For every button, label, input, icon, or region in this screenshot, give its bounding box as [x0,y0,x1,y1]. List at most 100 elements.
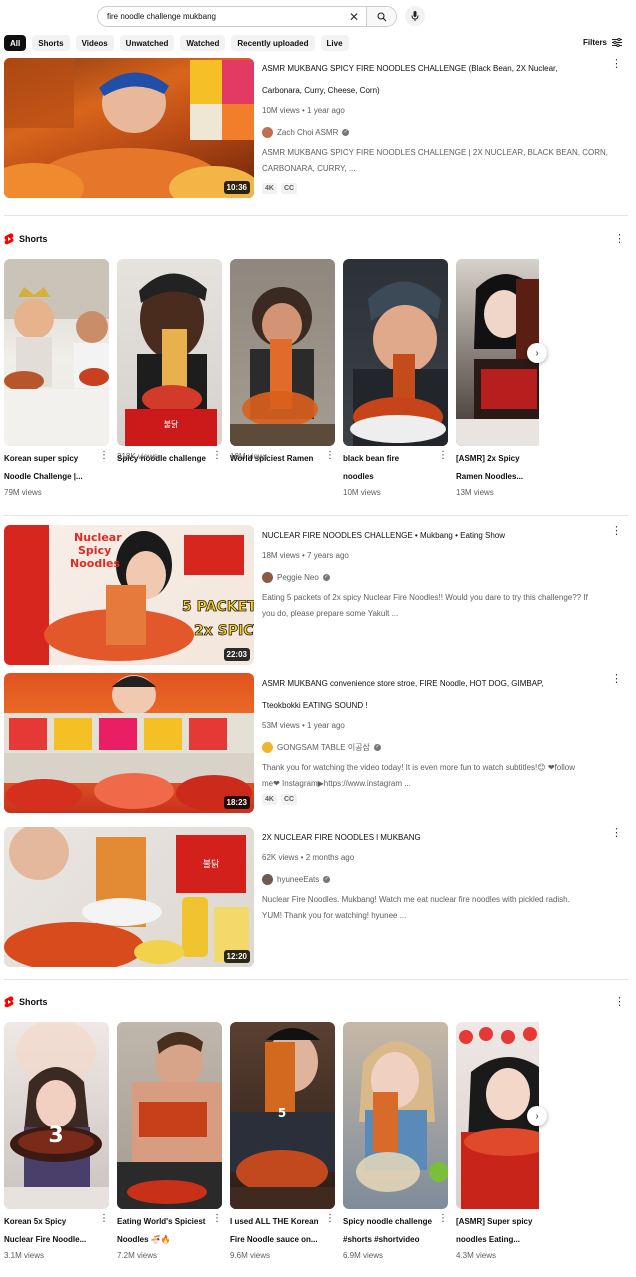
short-item[interactable]: World spiciest Ramen 19M views ⋮ [230,259,335,463]
more-vert-icon[interactable]: ⋮ [614,232,625,245]
short-views: 10M views [343,488,381,497]
thumbnail-image: 3 [4,1022,109,1209]
short-title[interactable]: Korean super spicy Noodle Challenge |... [4,450,96,486]
video-result[interactable]: 18:23 ASMR MUKBANG convenience store str… [4,673,628,813]
more-vert-icon[interactable]: ⋮ [438,1213,448,1224]
more-vert-icon[interactable]: ⋮ [99,450,109,461]
more-vert-icon[interactable]: ⋮ [212,1213,222,1224]
channel-link[interactable]: GONGSAM TABLE 이공삼 ✓ [262,736,618,758]
channel-link[interactable]: Peggie Neo ✓ [262,566,618,588]
short-thumbnail[interactable] [343,259,448,446]
video-thumbnail[interactable]: 18:23 [4,673,254,813]
shelf-next-button[interactable]: › [527,1106,547,1126]
badge-cc: CC [280,183,298,194]
short-thumbnail[interactable]: 5 [230,1022,335,1209]
short-item-partial[interactable]: [ASMR] Super spicy noodles Eating... 4.3… [456,1022,539,1272]
video-description: Thank you for watching the video today! … [262,760,618,792]
short-views: 6.9M views [343,1251,384,1260]
more-vert-icon[interactable]: ⋮ [212,450,222,461]
video-result[interactable]: 불닭 12:20 2X NUCLEAR FIRE NOODLES l MUKBA… [4,827,628,967]
more-vert-icon[interactable]: ⋮ [611,827,622,839]
channel-name[interactable]: Peggie Neo [277,573,319,582]
short-item[interactable]: [ASMR] 2x Spicy Ramen Noodles... 13M vie… [456,259,539,497]
chip-all[interactable]: All [4,35,27,51]
voice-search-button[interactable] [405,6,425,26]
thumbnail-text: 5 PACKETS [182,599,254,615]
short-title[interactable]: Eating World's Spiciest Noodles 🍜🔥 [117,1213,209,1249]
more-vert-icon[interactable]: ⋮ [611,673,622,685]
short-item[interactable]: Spicy noodle challenge #shorts #shortvid… [343,1022,448,1260]
short-item[interactable]: 5 I used ALL THE Korean Fire Noodle sauc… [230,1022,335,1260]
video-result[interactable]: Nuclear Spicy Noodles 5 PACKETS 2x SPICY… [4,525,628,665]
short-item[interactable]: Eating World's Spiciest Noodles 🍜🔥 7.2M … [117,1022,222,1260]
thumbnail-image [230,287,335,446]
more-vert-icon[interactable]: ⋮ [99,1213,109,1224]
short-item[interactable]: 불닭 Spicy noodle challenge 318K views ⋮ [117,259,222,463]
chip-unwatched[interactable]: Unwatched [119,35,175,51]
short-item[interactable]: 3 Korean 5x Spicy Nuclear Fire Noodle...… [4,1022,109,1260]
short-thumbnail[interactable] [4,259,109,446]
short-title[interactable]: [ASMR] 2x Spicy Ramen Noodles... [456,450,539,486]
more-vert-icon[interactable]: ⋮ [611,58,622,70]
search-box[interactable]: fire noodle challenge mukbang ✕ [97,6,397,27]
video-title-line: Carbonara, Curry, Cheese, Corn) [262,86,380,95]
more-vert-icon[interactable]: ⋮ [325,450,335,461]
short-title[interactable]: Spicy noodle challenge #shorts #shortvid… [343,1213,435,1249]
short-title-line: I used ALL THE Korean [230,1217,319,1226]
badge-4k: 4K [262,794,277,805]
video-title[interactable]: NUCLEAR FIRE NOODLES CHALLENGE • Mukbang… [262,525,618,547]
short-thumbnail[interactable] [230,259,335,446]
thumbnail-image [4,58,254,198]
short-thumbnail[interactable]: 3 [4,1022,109,1209]
short-thumbnail[interactable] [117,1022,222,1209]
short-title[interactable]: I used ALL THE Korean Fire Noodle sauce … [230,1213,322,1249]
chip-videos[interactable]: Videos [75,35,114,51]
channel-avatar[interactable] [262,126,273,138]
short-title[interactable]: Korean 5x Spicy Nuclear Fire Noodle... [4,1213,96,1249]
chip-watched[interactable]: Watched [180,35,226,51]
channel-link[interactable]: Zach Choi ASMR ✓ [262,121,618,143]
short-item[interactable]: Korean super spicy Noodle Challenge |...… [4,259,109,497]
video-title[interactable]: ASMR MUKBANG convenience store stroe, FI… [262,673,618,717]
channel-avatar[interactable] [262,571,273,583]
search-button[interactable] [366,7,396,26]
short-item-partial[interactable]: [ASMR] 2x Spicy Ramen Noodles... 13M vie… [456,259,539,519]
short-title-line: Nuclear Fire Noodle... [4,1235,87,1244]
chip-shorts[interactable]: Shorts [32,35,70,51]
video-title[interactable]: ASMR MUKBANG SPICY FIRE NOODLES CHALLENG… [262,58,618,102]
close-icon[interactable]: ✕ [346,9,362,25]
description-line: YUM! Thank you for watching! hyunee ... [262,911,407,920]
short-title-line: Korean 5x Spicy [4,1217,67,1226]
channel-name[interactable]: GONGSAM TABLE 이공삼 [277,742,370,753]
search-input[interactable]: fire noodle challenge mukbang [98,12,346,21]
verified-icon: ✓ [342,128,350,136]
shelf-next-button[interactable]: › [527,343,547,363]
short-thumbnail[interactable]: 불닭 [117,259,222,446]
channel-avatar[interactable] [262,741,273,753]
thumbnail-text: Spicy [78,544,111,557]
video-title-line: NUCLEAR FIRE NOODLES CHALLENGE • Mukbang… [262,531,506,540]
chip-live[interactable]: Live [320,35,349,51]
channel-avatar[interactable] [262,873,273,885]
short-item[interactable]: black bean fire noodles 10M views ⋮ [343,259,448,497]
video-thumbnail[interactable]: 불닭 12:20 [4,827,254,967]
channel-link[interactable]: hyuneeEats ✓ [262,868,618,890]
video-title[interactable]: 2X NUCLEAR FIRE NOODLES l MUKBANG [262,827,618,849]
video-thumbnail[interactable]: Nuclear Spicy Noodles 5 PACKETS 2x SPICY… [4,525,254,665]
short-item[interactable]: [ASMR] Super spicy noodles Eating... 4.3… [456,1022,539,1260]
short-title-line: Spicy noodle challenge [343,1217,432,1226]
more-vert-icon[interactable]: ⋮ [611,525,622,537]
short-title[interactable]: black bean fire noodles [343,450,435,486]
chip-recently-uploaded[interactable]: Recently uploaded [231,35,315,51]
filters-button[interactable]: Filters [583,38,623,47]
more-vert-icon[interactable]: ⋮ [438,450,448,461]
more-vert-icon[interactable]: ⋮ [614,995,625,1008]
video-result[interactable]: 10:36 ASMR MUKBANG SPICY FIRE NOODLES CH… [4,58,628,198]
channel-name[interactable]: Zach Choi ASMR [277,128,338,137]
shorts-shelf-title: Shorts [19,234,48,244]
video-thumbnail[interactable]: 10:36 [4,58,254,198]
short-thumbnail[interactable] [343,1022,448,1209]
channel-name[interactable]: hyuneeEats [277,875,319,884]
more-vert-icon[interactable]: ⋮ [325,1213,335,1224]
short-title[interactable]: [ASMR] Super spicy noodles Eating... [456,1213,539,1249]
